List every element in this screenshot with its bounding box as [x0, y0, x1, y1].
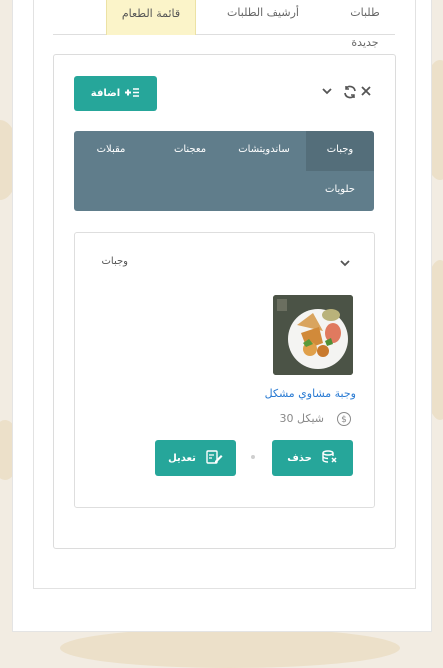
add-button-label: اضافة	[90, 88, 121, 99]
edit-icon	[206, 449, 223, 467]
item-price: 30 شيكل	[279, 412, 324, 425]
item-thumbnail	[273, 295, 353, 375]
category-meals[interactable]: وجبات	[306, 131, 374, 171]
item-name-link[interactable]: وجبة مشاوي مشكل	[240, 387, 356, 400]
category-desserts[interactable]: حلويات	[306, 171, 374, 211]
background-decoration	[60, 628, 400, 668]
section-title: وجبات	[101, 256, 129, 267]
close-icon[interactable]	[360, 85, 372, 101]
delete-button-label: حذف	[287, 452, 312, 464]
add-button[interactable]: اضافة	[74, 76, 157, 111]
chevron-down-icon[interactable]	[339, 257, 351, 272]
category-sandwiches[interactable]: ساندويتشات	[230, 131, 298, 171]
edit-button[interactable]: تعديل	[155, 440, 236, 476]
edit-button-label: تعديل	[168, 452, 196, 464]
tab-orders-archive[interactable]: أرشيف الطلبات	[219, 0, 307, 34]
chevron-down-icon[interactable]	[321, 85, 333, 101]
tab-new-orders[interactable]: طلبات جديدة	[335, 0, 395, 49]
category-pastries[interactable]: معجنات	[160, 131, 220, 171]
separator-dot	[251, 455, 255, 459]
dollar-icon: $	[337, 412, 351, 426]
add-list-icon	[124, 87, 140, 101]
delete-button[interactable]: حذف	[272, 440, 353, 476]
tab-bar: طلبات جديدة أرشيف الطلبات قائمة الطعام	[53, 0, 395, 49]
tab-menu[interactable]: قائمة الطعام	[106, 0, 196, 35]
delete-database-icon	[322, 449, 338, 467]
refresh-icon[interactable]	[343, 85, 357, 103]
category-appetizers[interactable]: مقبلات	[86, 131, 136, 171]
